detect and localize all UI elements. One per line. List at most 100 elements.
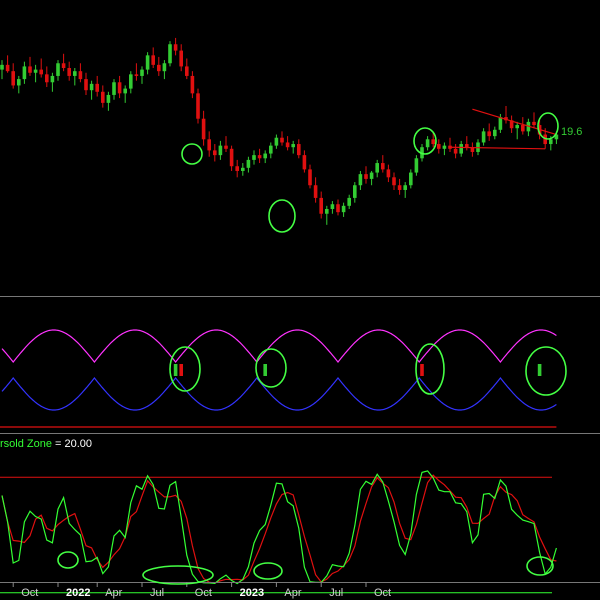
candle-up xyxy=(369,172,374,179)
annotation-circle xyxy=(526,556,554,576)
candle-down xyxy=(392,177,396,186)
candle-down xyxy=(95,83,99,92)
candle-up xyxy=(22,66,27,80)
candle-down xyxy=(313,185,318,198)
candle-up xyxy=(330,204,335,209)
last-price-label: 19.6 xyxy=(561,126,582,138)
candle-down xyxy=(157,64,161,72)
candle-up xyxy=(145,55,150,70)
candle-down xyxy=(67,68,71,76)
candle-down xyxy=(229,148,234,167)
squeeze-bar xyxy=(537,364,542,376)
candle-up xyxy=(498,117,503,130)
candle-down xyxy=(336,204,340,213)
candle-up xyxy=(241,167,245,171)
annotation-circle xyxy=(181,143,203,165)
candle-down xyxy=(487,131,491,137)
candle-up xyxy=(246,159,251,168)
candle-up xyxy=(409,172,413,186)
candle-down xyxy=(11,71,15,86)
candle-down xyxy=(173,44,178,51)
candle-up xyxy=(549,139,553,145)
candle-up xyxy=(263,153,267,159)
candle-up xyxy=(140,69,144,76)
candle-down xyxy=(257,155,262,159)
x-tick-label: Apr xyxy=(105,587,122,599)
candle-down xyxy=(297,144,301,156)
annotation-circle xyxy=(268,199,296,233)
candle-down xyxy=(213,150,217,156)
candle-up xyxy=(325,208,329,214)
oversold-zone-label: rsold Zone = 20.00 xyxy=(0,438,92,450)
candle-up xyxy=(425,139,430,148)
candle-up xyxy=(218,145,223,156)
candle-up xyxy=(459,144,463,154)
candle-down xyxy=(319,197,323,214)
candle-up xyxy=(112,82,116,95)
candle-up xyxy=(0,64,4,70)
candle-up xyxy=(123,88,127,94)
candle-down xyxy=(207,139,211,151)
annotation-circle xyxy=(142,565,214,585)
candle-down xyxy=(465,144,469,148)
candle-down xyxy=(101,91,105,103)
candle-up xyxy=(358,174,363,186)
candle-up xyxy=(493,129,497,137)
candle-up xyxy=(341,205,346,213)
candle-down xyxy=(179,50,183,67)
squeeze-bar xyxy=(179,364,183,376)
candle-down xyxy=(437,144,441,149)
candle-up xyxy=(274,137,279,146)
candle-up xyxy=(403,185,407,190)
candle-up xyxy=(347,197,351,206)
price-panel: 19.6 xyxy=(0,37,582,225)
annotation-circle xyxy=(57,551,79,569)
x-tick-label: 2023 xyxy=(240,587,264,599)
squeeze-bar xyxy=(420,364,424,376)
candle-down xyxy=(397,185,402,190)
x-axis: Oct 2022 Apr Jul Oct 2023 Apr Jul Oct xyxy=(12,582,391,599)
candle-down xyxy=(308,169,312,186)
squeeze-bar xyxy=(263,364,267,376)
candle-down xyxy=(224,145,228,149)
candle-up xyxy=(515,125,519,129)
x-tick-label: 2022 xyxy=(66,587,90,599)
candle-down xyxy=(151,55,155,65)
candle-up xyxy=(481,131,486,143)
candle-down xyxy=(78,71,83,80)
candle-up xyxy=(33,69,38,73)
candle-down xyxy=(280,137,284,143)
candle-up xyxy=(414,158,419,173)
x-tick-label: Oct xyxy=(195,587,212,599)
x-tick-label: Oct xyxy=(374,587,391,599)
candle-down xyxy=(302,155,307,170)
candle-up xyxy=(162,63,167,72)
band-indicator-panel xyxy=(0,329,557,428)
candle-up xyxy=(168,44,172,64)
x-tick-label: Jul xyxy=(150,587,164,599)
annotation-circle xyxy=(525,346,567,396)
candle-down xyxy=(285,142,290,148)
candle-down xyxy=(381,163,385,170)
x-tick-label: Oct xyxy=(21,587,38,599)
candle-down xyxy=(61,63,66,69)
upper-band-line xyxy=(1,329,557,363)
candle-up xyxy=(353,185,357,198)
oscillator-panel: rsold Zone = 20.00 xyxy=(0,438,557,594)
squeeze-bar xyxy=(173,364,178,376)
candle-down xyxy=(196,93,200,119)
candle-down xyxy=(28,66,32,73)
candle-down xyxy=(45,74,49,83)
annotation-circle xyxy=(253,562,283,580)
candle-down xyxy=(431,139,435,145)
candle-down xyxy=(364,174,368,179)
x-tick-label: Apr xyxy=(284,587,301,599)
candle-down xyxy=(117,82,122,94)
candle-up xyxy=(442,145,447,149)
candle-up xyxy=(291,144,295,148)
annotation-circle xyxy=(255,348,287,388)
candle-down xyxy=(521,125,525,132)
candle-up xyxy=(375,163,379,173)
lower-trendline xyxy=(449,146,546,150)
candle-down xyxy=(201,118,206,140)
